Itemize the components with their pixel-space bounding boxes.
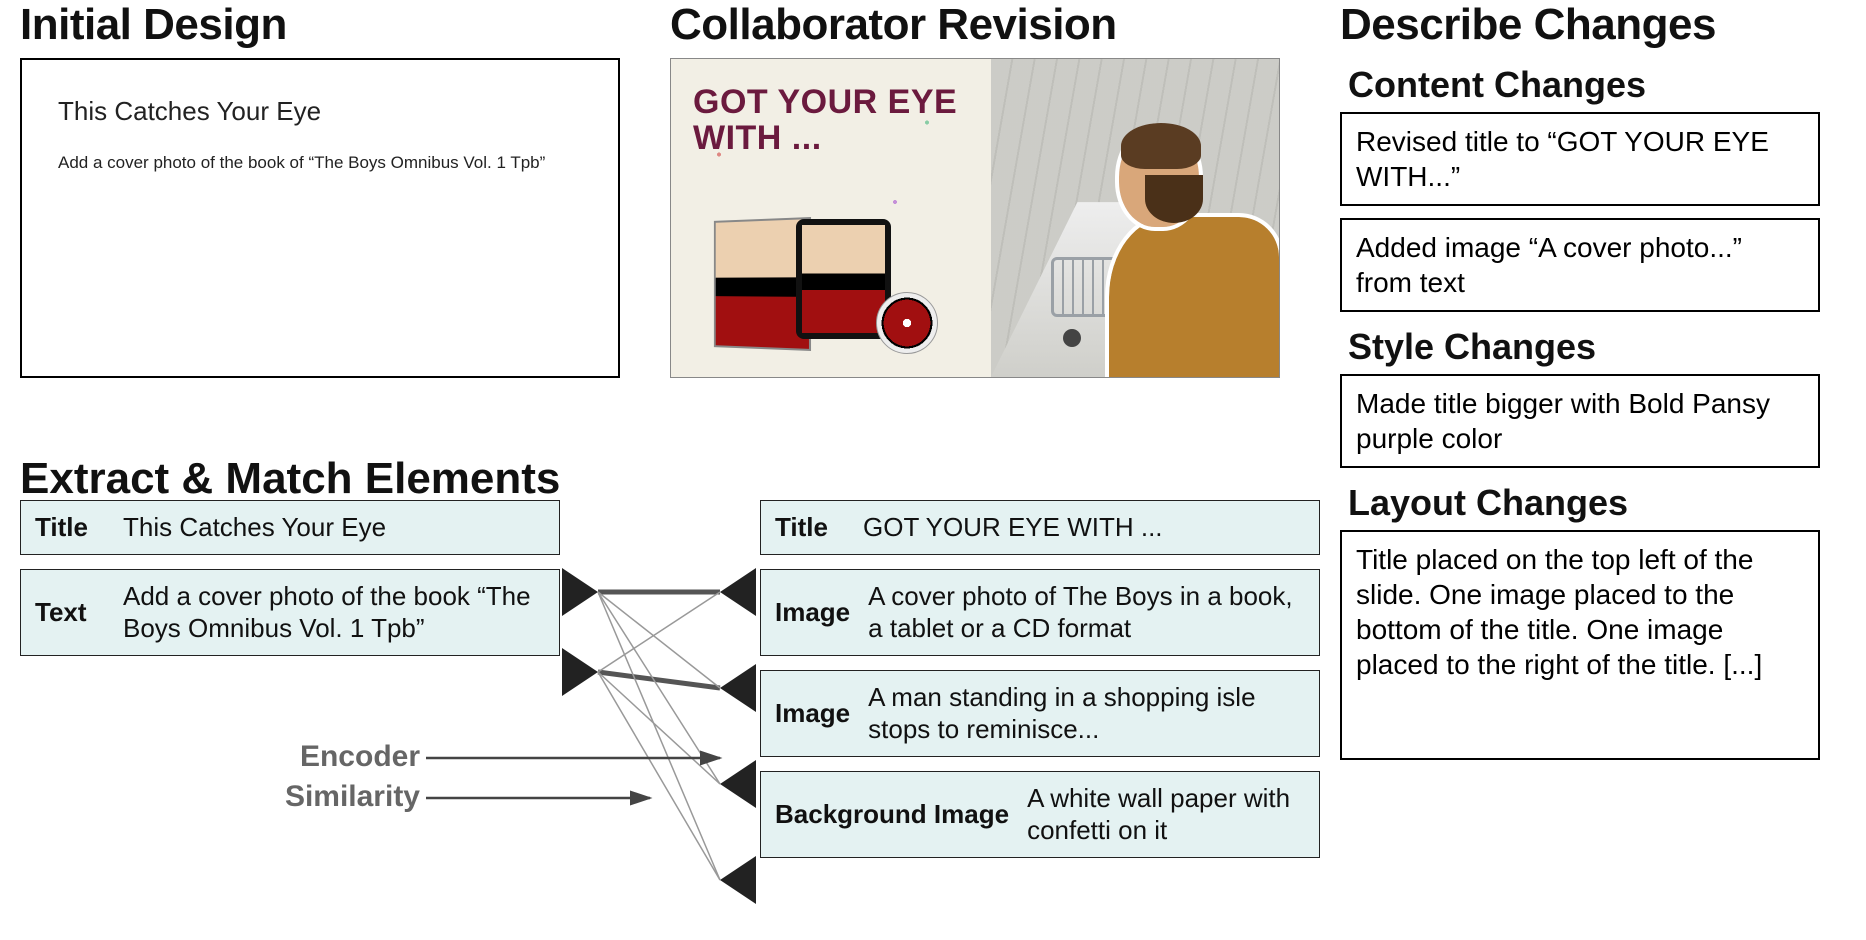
element-value: A man standing in a shopping isle stops …	[868, 681, 1305, 746]
collab-left-panel: GOT YOUR EYE WITH ...	[671, 59, 991, 377]
collaborator-revision-slide: GOT YOUR EYE WITH ...	[670, 58, 1280, 378]
element-value: Add a cover photo of the book “The Boys …	[123, 580, 545, 645]
encoder-icon	[562, 568, 598, 616]
similarity-connectors	[596, 540, 726, 910]
initial-design-slide: This Catches Your Eye Add a cover photo …	[20, 58, 620, 378]
person-cutout-image	[1089, 127, 1279, 377]
extracted-element-left: Title This Catches Your Eye	[20, 500, 560, 555]
heading-extract-match: Extract & Match Elements	[20, 454, 1320, 504]
heading-initial-design: Initial Design	[20, 0, 640, 50]
content-change-item: Revised title to “GOT YOUR EYE WITH...”	[1340, 112, 1820, 206]
element-type-label: Image	[775, 698, 850, 729]
collab-slide-title: GOT YOUR EYE WITH ...	[693, 85, 969, 156]
extracted-element-right: Image A cover photo of The Boys in a boo…	[760, 569, 1320, 656]
subheading-layout-changes: Layout Changes	[1348, 482, 1850, 524]
encoder-label-arrows	[420, 740, 730, 820]
element-type-label: Text	[35, 597, 105, 628]
element-value: GOT YOUR EYE WITH ...	[863, 511, 1163, 544]
element-value: A cover photo of The Boys in a book, a t…	[868, 580, 1305, 645]
heading-describe-changes: Describe Changes	[1340, 0, 1850, 50]
element-type-label: Background Image	[775, 800, 1009, 829]
extracted-element-left: Text Add a cover photo of the book “The …	[20, 569, 560, 656]
style-change-item: Made title bigger with Bold Pansy purple…	[1340, 374, 1820, 468]
encoder-icon	[720, 856, 756, 904]
encoder-label: Encoder	[260, 740, 420, 774]
subheading-content-changes: Content Changes	[1348, 64, 1850, 106]
element-type-label: Image	[775, 597, 850, 628]
initial-slide-title: This Catches Your Eye	[58, 96, 582, 127]
initial-slide-text: Add a cover photo of the book of “The Bo…	[58, 153, 582, 173]
content-change-item: Added image “A cover photo...” from text	[1340, 218, 1820, 312]
encoder-icon	[720, 664, 756, 712]
layout-change-item: Title placed on the top left of the slid…	[1340, 530, 1820, 760]
shopping-aisle-image	[991, 59, 1279, 377]
extracted-element-right: Image A man standing in a shopping isle …	[760, 670, 1320, 757]
element-value: This Catches Your Eye	[123, 511, 386, 544]
extracted-element-right: Title GOT YOUR EYE WITH ...	[760, 500, 1320, 555]
subheading-style-changes: Style Changes	[1348, 326, 1850, 368]
cd-icon	[876, 292, 938, 354]
encoder-icon	[562, 648, 598, 696]
extracted-element-right: Background Image A white wall paper with…	[760, 771, 1320, 858]
encoder-icon	[720, 760, 756, 808]
encoder-icon	[720, 568, 756, 616]
product-cluster-image	[711, 209, 951, 359]
element-value: A white wall paper with confetti on it	[1027, 782, 1305, 847]
element-type-label: Title	[35, 512, 105, 543]
similarity-label: Similarity	[260, 780, 420, 814]
element-type-label: Title	[775, 512, 845, 543]
heading-collaborator-revision: Collaborator Revision	[670, 0, 1300, 50]
